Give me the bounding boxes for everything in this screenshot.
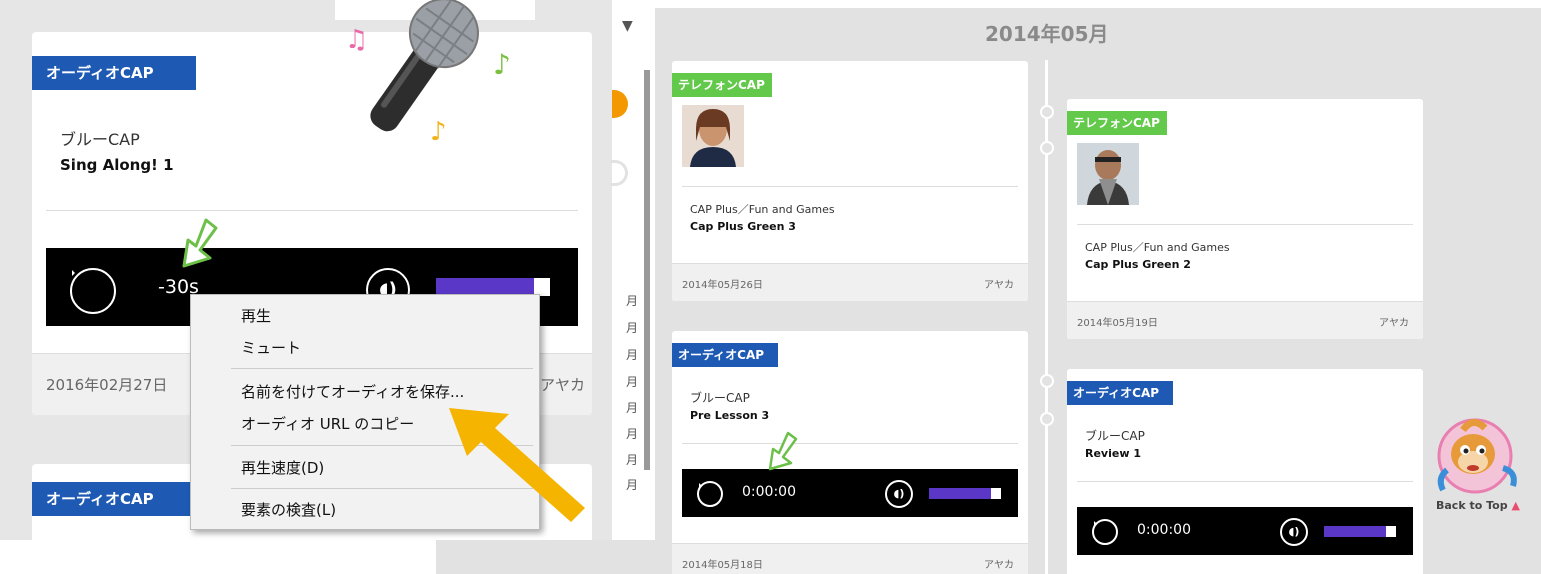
orange-highlight-arrow-icon [449,408,585,522]
card-divider [682,443,1018,444]
timeline-node [1040,374,1054,388]
volume-slider-handle[interactable] [991,488,1001,499]
month-link[interactable]: 月 [626,373,638,390]
menu-item-playback-speed[interactable]: 再生速度(D) [241,457,324,478]
card-divider [682,186,1018,187]
post-title[interactable]: Sing Along! 1 [60,156,174,174]
timeline-panel: 2014年05月 テレフォンCAP CAP Plus／Fun and Games… [655,8,1541,574]
svg-text:♫: ♫ [345,25,368,55]
svg-text:♪: ♪ [493,48,511,81]
volume-slider-handle[interactable] [1386,526,1396,537]
audio-cap-badge: オーディオCAP [672,343,778,367]
post-date: 2014年05月18日 [682,560,763,571]
post-title[interactable]: Cap Plus Green 3 [690,220,796,233]
green-pointer-arrow-icon [768,431,798,471]
scrollbar-thumb[interactable] [644,70,650,470]
month-link[interactable]: 月 [626,319,638,336]
post-category[interactable]: CAP Plus／Fun and Games [1085,239,1230,255]
menu-item-inspect-element[interactable]: 要素の検査(L) [241,499,336,520]
menu-item-copy-audio-url[interactable]: オーディオ URL のコピー [241,413,414,434]
month-link[interactable]: 月 [626,399,638,416]
player-time: 0:00:00 [1137,522,1191,538]
telephone-cap-badge: テレフォンCAP [1067,111,1167,135]
card-footer: 2014年05月18日 アヤカ [672,543,1028,574]
month-link[interactable]: 月 [626,476,638,493]
post-category[interactable]: CAP Plus／Fun and Games [690,201,835,217]
timeline-card: テレフォンCAP CAP Plus／Fun and Games Cap Plus… [672,61,1028,301]
play-icon[interactable] [70,268,116,314]
post-category[interactable]: ブルーCAP [690,389,750,406]
month-heading: 2014年05月 [985,22,1109,46]
post-category[interactable]: ブルーCAP [60,126,140,150]
post-date: 2014年05月19日 [1077,318,1158,329]
card-divider [1077,481,1413,482]
player-time: 0:00:00 [742,484,796,500]
menu-separator [231,368,533,369]
volume-icon[interactable]: ◖) [1280,518,1308,546]
post-date: 2016年02月27日 [46,376,168,394]
menu-item-play[interactable]: 再生 [241,305,271,326]
month-link[interactable]: 月 [626,292,638,309]
timeline-card: テレフォンCAP CAP Plus／Fun and Games Cap Plus… [1067,99,1423,339]
card-divider [1077,224,1413,225]
audio-cap-badge: オーディオCAP [32,482,196,516]
green-pointer-arrow-icon [182,218,218,268]
up-arrow-icon: ▲ [1511,499,1520,512]
telephone-cap-badge: テレフォンCAP [672,73,772,97]
timeline-node [1040,412,1054,426]
month-link[interactable]: 月 [626,346,638,363]
background-strip [436,540,656,574]
post-date: 2014年05月26日 [682,280,763,291]
audio-player[interactable]: 0:00:00 ◖) [682,469,1018,517]
post-author[interactable]: アヤカ [984,556,1014,571]
timeline-node [610,160,628,186]
svg-text:♪: ♪ [430,117,447,147]
post-author[interactable]: アヤカ [540,374,585,395]
card-footer: 2014年05月19日 アヤカ [1067,301,1423,339]
timeline-audio-card: オーディオCAP ブルーCAP Review 1 0:00:00 ◖) [1067,369,1423,574]
microphone-illustration-icon: ♫ ♪ ♪ [335,0,535,147]
card-footer: 2014年05月26日 アヤカ [672,263,1028,301]
back-to-top-label: Back to Top [1436,499,1508,512]
volume-slider[interactable] [1324,526,1396,537]
post-title[interactable]: Pre Lesson 3 [690,409,769,422]
volume-icon[interactable]: ◖) [885,480,913,508]
timeline-line [1045,60,1048,574]
play-icon[interactable] [1092,519,1118,545]
back-to-top-link[interactable]: Back to Top ▲ [1436,499,1520,512]
month-link[interactable]: 月 [626,451,638,468]
month-link[interactable]: 月 [626,425,638,442]
month-strip: ▼ 月 月 月 月 月 月 月 月 [610,0,652,574]
post-author[interactable]: アヤカ [984,276,1014,291]
timeline-node [1040,105,1054,119]
audio-player[interactable]: 0:00:00 ◖) [1077,507,1413,555]
post-author[interactable]: アヤカ [1379,314,1409,329]
timeline-node [1040,141,1054,155]
post-title[interactable]: Cap Plus Green 2 [1085,258,1191,271]
card-divider [46,210,578,211]
timeline-active-node [612,90,628,118]
menu-item-mute[interactable]: ミュート [241,337,301,358]
post-title[interactable]: Review 1 [1085,447,1141,460]
play-icon[interactable] [697,481,723,507]
volume-slider[interactable] [929,488,1001,499]
audio-cap-badge: オーディオCAP [1067,381,1173,405]
menu-item-save-audio-as[interactable]: 名前を付けてオーディオを保存... [241,381,464,402]
dropdown-arrow-icon[interactable]: ▼ [622,18,633,34]
teacher-photo[interactable] [1077,143,1139,205]
timeline-audio-card: オーディオCAP ブルーCAP Pre Lesson 3 0:00:00 ◖) … [672,331,1028,574]
audio-cap-badge: オーディオCAP [32,56,196,90]
teacher-photo[interactable] [682,105,744,167]
post-category[interactable]: ブルーCAP [1085,427,1145,444]
